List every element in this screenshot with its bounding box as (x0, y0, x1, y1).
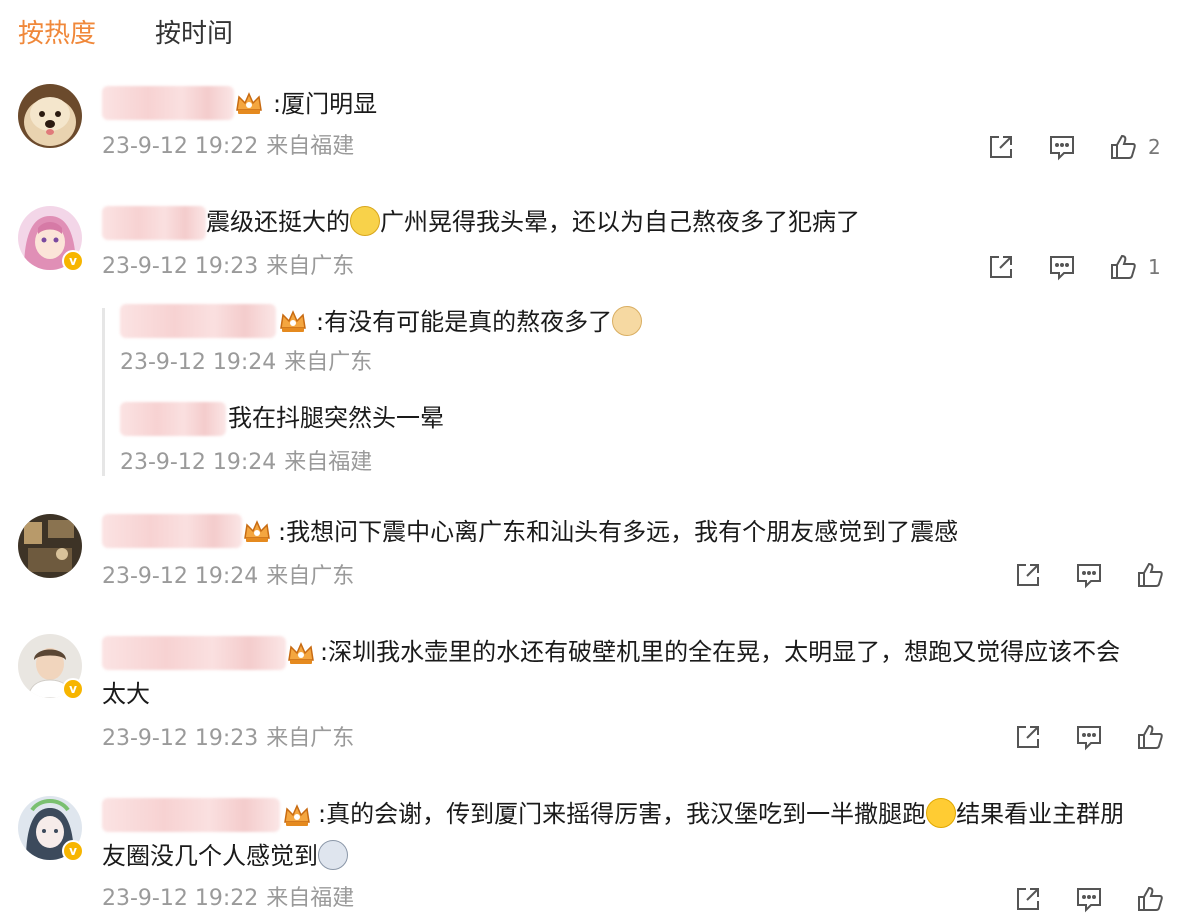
reply-meta: 23-9-12 19:24 来自广东 (120, 348, 372, 378)
share-icon[interactable] (986, 132, 1016, 162)
share-icon[interactable] (1013, 884, 1043, 914)
comment-date: 23-9-12 19:22 (102, 886, 259, 911)
dog-emoji-icon (612, 306, 643, 336)
username-blurred[interactable] (102, 636, 286, 670)
crown-badge-icon (282, 802, 312, 828)
comment-source: 来自广东 (266, 726, 355, 751)
comment-source: 来自广东 (266, 254, 355, 279)
comment-text: :我想问下震中心离广东和汕头有多远，我有个朋友感觉到了震感 (278, 518, 959, 546)
hugging-emoji-icon (926, 798, 957, 828)
username-blurred[interactable] (102, 514, 242, 548)
comment-meta: 23-9-12 19:22 来自福建 (102, 132, 354, 162)
comment-text: 震级还挺大的 广州晃得我头晕，还以为自己熬夜多了犯病了 (206, 200, 860, 244)
comment-text-line: 太大 (102, 680, 150, 708)
crown-badge-icon (286, 640, 316, 666)
comment-meta: 23-9-12 19:23 来自广东 (102, 724, 354, 754)
comment-icon[interactable] (1047, 132, 1077, 162)
verified-badge-icon: v (62, 840, 84, 862)
share-icon[interactable] (1013, 722, 1043, 752)
comment-text: :厦门明显 (273, 90, 378, 118)
comment-meta: 23-9-12 19:24 来自广东 (102, 562, 354, 592)
comment-date: 23-9-12 19:23 (102, 726, 259, 751)
comment-icon[interactable] (1047, 252, 1077, 282)
crown-badge-icon (242, 518, 272, 544)
reply-meta: 23-9-12 19:24 来自福建 (120, 448, 372, 478)
comment-date: 23-9-12 19:24 (102, 564, 259, 589)
like-count: 2 (1148, 135, 1161, 159)
comment-source: 来自广东 (266, 564, 355, 589)
comment-icon[interactable] (1074, 884, 1104, 914)
like-icon[interactable] (1135, 722, 1165, 752)
reply-text-part: :有没有可能是真的熬夜多了 (316, 308, 613, 336)
dog-avatar[interactable] (18, 84, 82, 148)
cat-emoji-icon (350, 206, 380, 236)
comment-icon[interactable] (1074, 722, 1104, 752)
reply-source: 来自福建 (284, 450, 373, 475)
reply-source: 来自广东 (284, 350, 373, 375)
like-icon[interactable] (1135, 884, 1165, 914)
username-blurred[interactable] (102, 798, 280, 832)
crown-badge-icon (234, 90, 264, 116)
comment-text-part: 震级还挺大的 (206, 208, 350, 236)
comment-meta: 23-9-12 19:23 来自广东 (102, 252, 354, 282)
comment-text-part: 广州晃得我头晕，还以为自己熬夜多了犯病了 (380, 208, 860, 236)
like-icon[interactable] (1135, 560, 1165, 590)
like-icon[interactable] (1108, 132, 1138, 162)
verified-badge-icon: v (62, 250, 84, 272)
comment-text-part: :真的会谢，传到厦门来摇得厉害，我汉堡吃到一半撒腿跑 (318, 800, 927, 828)
crown-badge-icon (278, 308, 308, 334)
reply-text: :有没有可能是真的熬夜多了 (316, 300, 643, 344)
verified-badge-icon: v (62, 678, 84, 700)
share-icon[interactable] (986, 252, 1016, 282)
shocked-emoji-icon (318, 840, 348, 870)
comment-source: 来自福建 (266, 134, 355, 159)
comment-source: 来自福建 (266, 886, 355, 911)
tab-sort-by-hot[interactable]: 按热度 (18, 14, 96, 54)
like-count: 1 (1148, 255, 1161, 279)
like-icon[interactable] (1108, 252, 1138, 282)
photo-avatar[interactable] (18, 514, 82, 578)
comment-icon[interactable] (1074, 560, 1104, 590)
username-blurred[interactable] (120, 304, 276, 338)
username-blurred[interactable] (102, 86, 234, 120)
reply-date: 23-9-12 19:24 (120, 450, 277, 475)
reply-date: 23-9-12 19:24 (120, 350, 277, 375)
comment-date: 23-9-12 19:23 (102, 254, 259, 279)
tab-sort-by-time[interactable]: 按时间 (155, 14, 233, 54)
share-icon[interactable] (1013, 560, 1043, 590)
reply-thread-bar (102, 308, 105, 476)
comment-text-line: 友圈没几个人感觉到 (102, 834, 348, 878)
comment-text-part: 结果看业主群朋 (956, 800, 1125, 828)
comment-date: 23-9-12 19:22 (102, 134, 259, 159)
comment-text-part: 友圈没几个人感觉到 (102, 842, 318, 870)
comment-text-line: :真的会谢，传到厦门来摇得厉害，我汉堡吃到一半撒腿跑 结果看业主群朋 (318, 792, 1124, 836)
comment-text-line: :深圳我水壶里的水还有破壁机里的全在晃，太明显了，想跑又觉得应该不会 (320, 638, 1121, 666)
username-blurred[interactable] (102, 206, 206, 240)
comment-meta: 23-9-12 19:22 来自福建 (102, 884, 354, 914)
username-blurred[interactable] (120, 402, 226, 436)
reply-text: 我在抖腿突然头一晕 (228, 404, 444, 432)
